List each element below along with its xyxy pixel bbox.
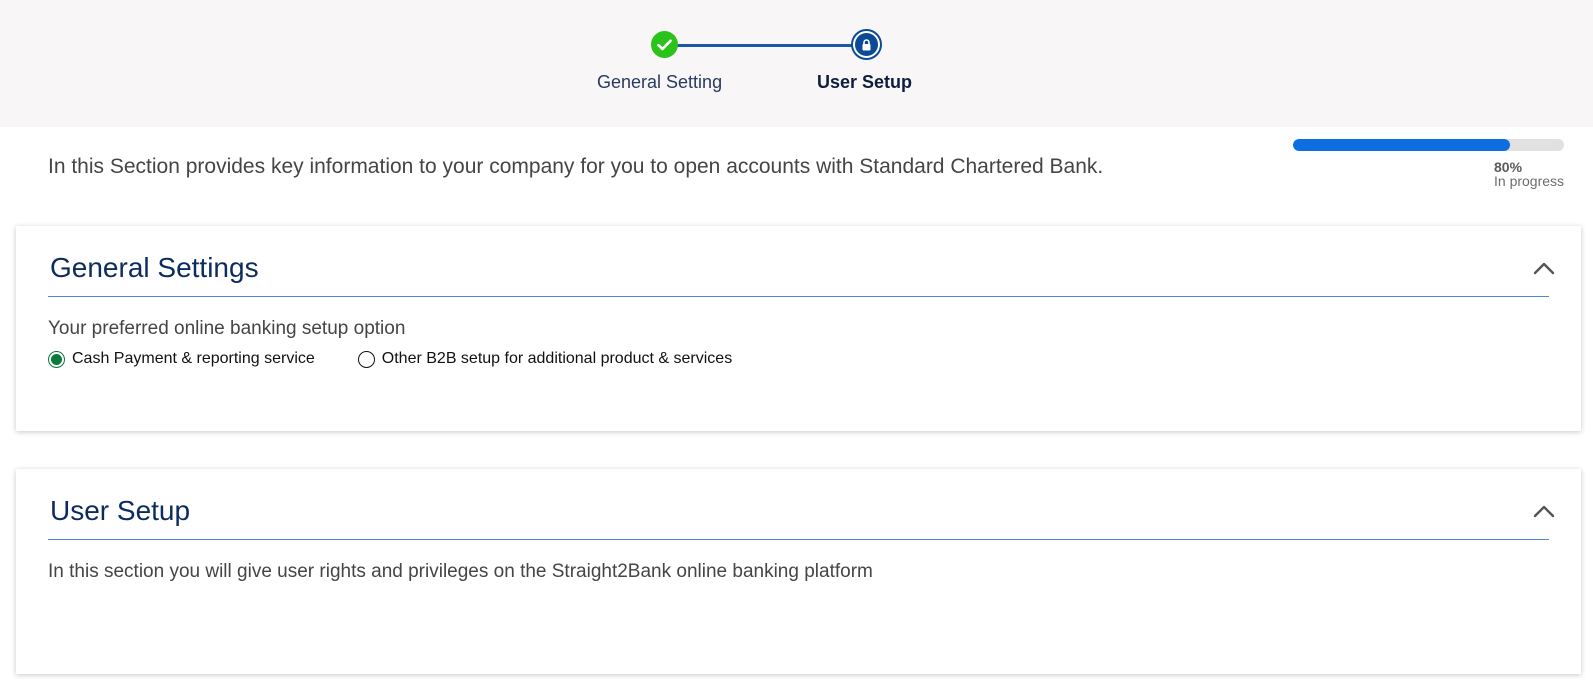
general-settings-card: General Settings Your preferred online b… [16, 226, 1581, 431]
step-current-marker[interactable] [853, 31, 880, 58]
general-settings-title: General Settings [50, 252, 259, 283]
radio-dot [51, 353, 62, 365]
radio-label-cash-payment: Cash Payment & reporting service [72, 350, 315, 367]
setup-option-radio-group: Cash Payment & reporting service Other B… [48, 350, 732, 368]
radio-option-other-b2b[interactable]: Other B2B setup for additional product &… [357, 350, 733, 368]
completion-progress-bar [1293, 139, 1564, 151]
progress-bar-fill [1293, 139, 1510, 151]
radio-option-cash-payment[interactable]: Cash Payment & reporting service [48, 350, 315, 368]
chevron-up-icon[interactable] [1533, 500, 1555, 522]
user-setup-description: In this section you will give user right… [48, 561, 873, 582]
progress-status: In progress [1494, 173, 1565, 189]
radio-button-unselected[interactable] [357, 350, 375, 368]
radio-button-selected[interactable] [48, 350, 65, 368]
step-label-general-setting[interactable]: General Setting [597, 72, 722, 93]
check-icon [657, 39, 672, 50]
lock-icon [862, 38, 871, 50]
step-progress-header: General Setting User Setup [0, 0, 1593, 127]
chevron-up-icon[interactable] [1533, 257, 1555, 279]
user-setup-card: User Setup In this section you will give… [16, 469, 1581, 674]
setup-option-question: Your preferred online banking setup opti… [48, 318, 406, 339]
radio-label-other-b2b: Other B2B setup for additional product &… [381, 350, 733, 367]
section-divider [48, 539, 1549, 540]
step-completed-marker[interactable] [651, 31, 678, 58]
section-divider [48, 296, 1549, 297]
step-connector-line [676, 44, 866, 47]
user-setup-title: User Setup [50, 495, 191, 526]
section-intro-text: In this Section provides key information… [48, 155, 1104, 178]
step-label-user-setup[interactable]: User Setup [817, 72, 912, 93]
